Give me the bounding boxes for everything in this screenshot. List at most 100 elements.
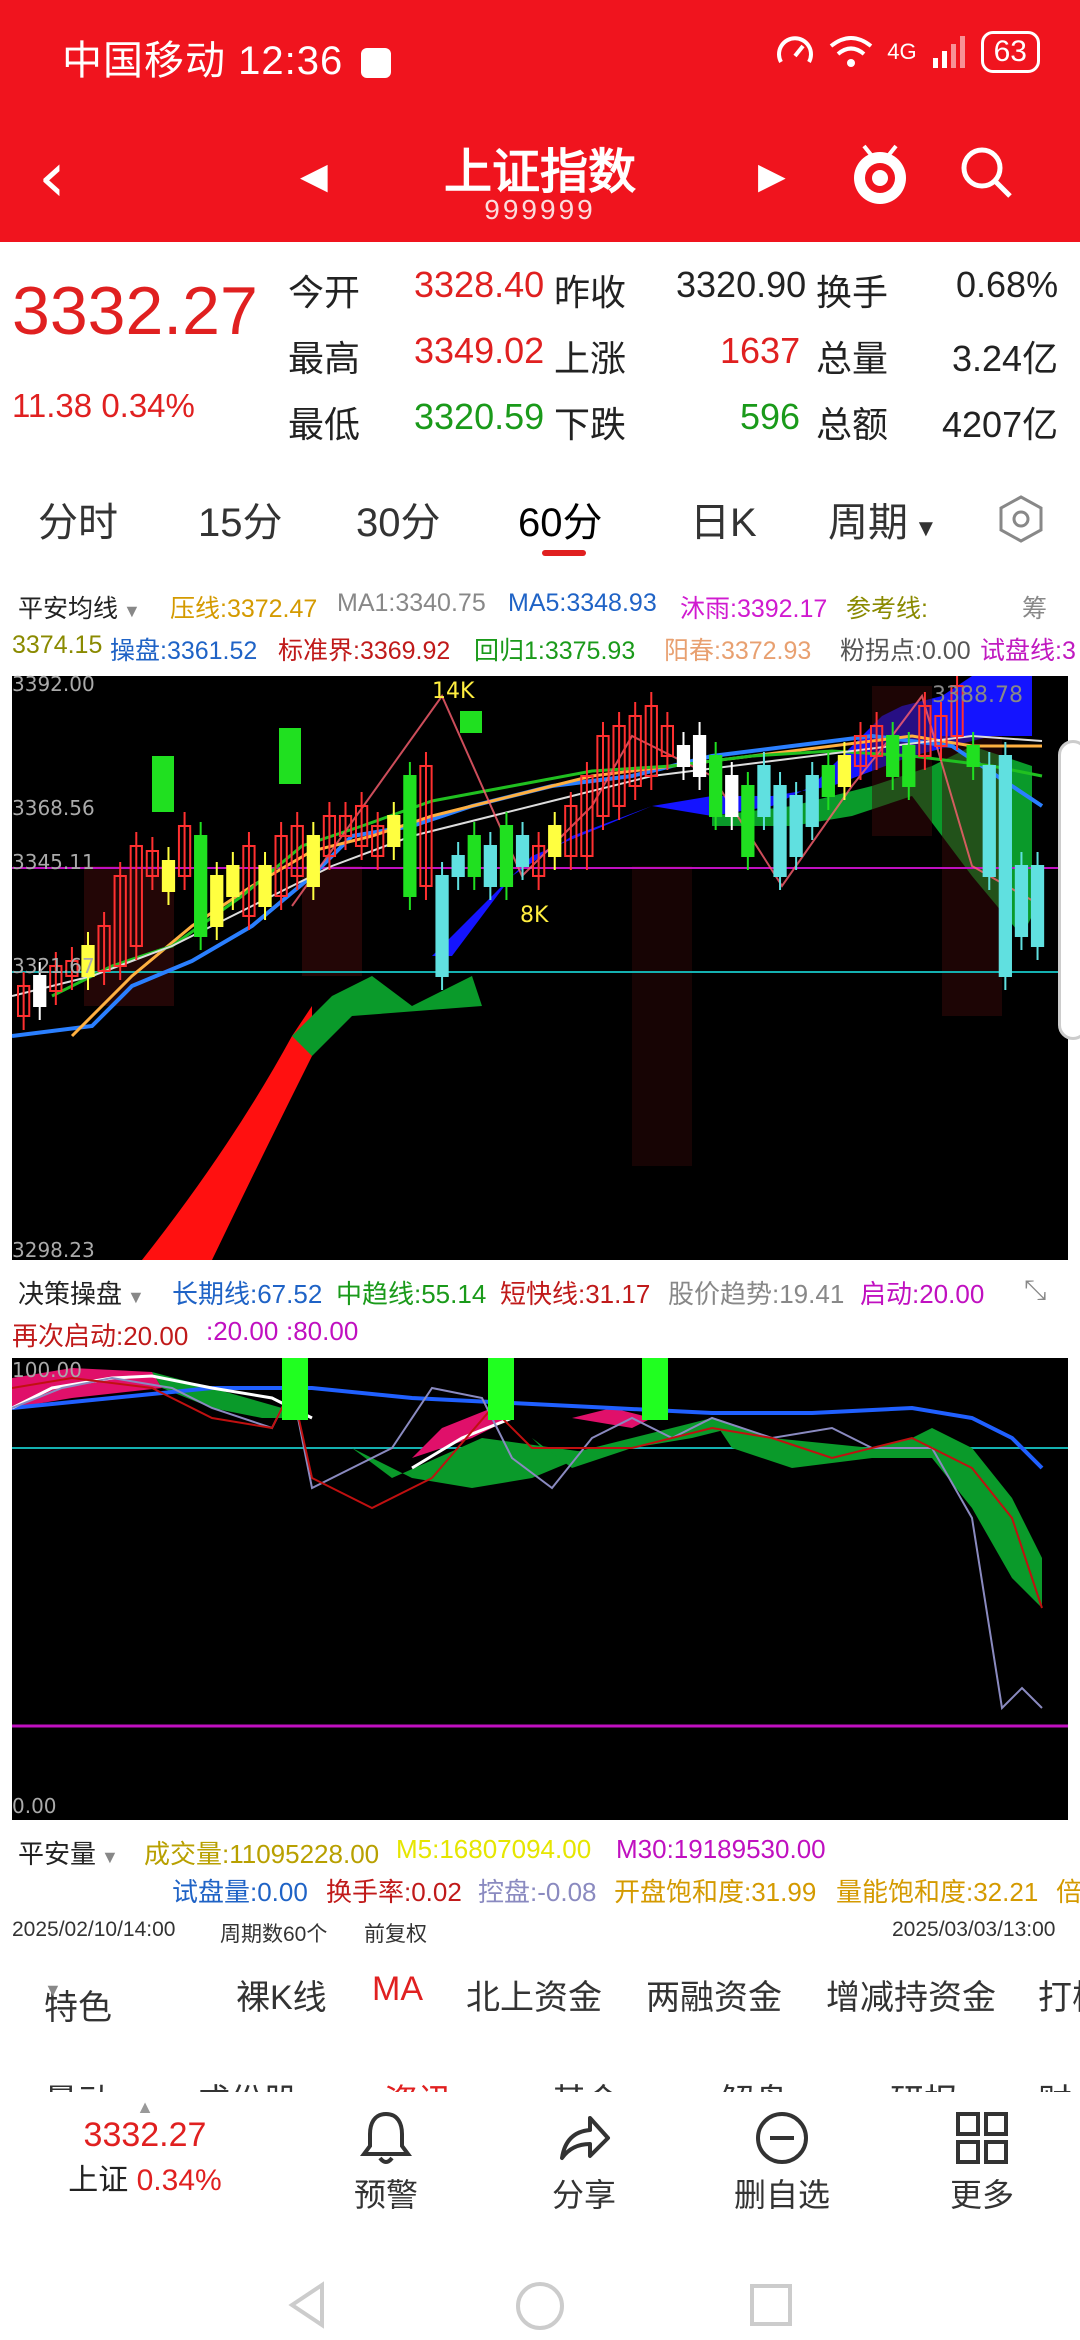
bell-icon <box>360 2111 412 2164</box>
turnover-label: 换手 <box>816 272 889 313</box>
active-tab-indicator <box>542 550 586 556</box>
chevron-down-icon: ▼ <box>96 1847 119 1867</box>
quote-panel: 3332.27 11.38 0.34% 今开 3328.40 昨收 3320.9… <box>0 242 1080 454</box>
candle-body <box>548 825 562 857</box>
candle-body <box>886 735 900 777</box>
legend-item: 量能饱和度:32.21 <box>836 1877 1039 1907</box>
tab-60min[interactable]: 60分 <box>518 490 603 548</box>
candle-body <box>709 755 723 817</box>
signal-block <box>152 756 174 812</box>
adjust-mode[interactable]: 前复权 <box>364 1918 427 1948</box>
side-drawer-handle[interactable] <box>1058 740 1080 1040</box>
legend-item: 换手率:0.02 <box>326 1877 462 1907</box>
legend-item: 操盘:3361.52 <box>110 637 258 665</box>
price-trend-line <box>11 1376 1043 1711</box>
legend-item: 倍 <box>1056 1877 1080 1907</box>
signal-block <box>642 1358 668 1420</box>
search-icon[interactable] <box>956 142 1016 202</box>
decision-chart[interactable]: 100.00 0.00 <box>11 1358 1068 1820</box>
legend-item: MA1:3340.75 <box>337 589 486 617</box>
alert-label: 预警 <box>353 2177 418 2213</box>
candle-body <box>1014 865 1029 937</box>
y-tick: 3392.00 <box>12 672 95 696</box>
legend-item: 回归1:3375.93 <box>474 637 636 665</box>
candle-body <box>692 735 707 777</box>
mini-pct: 0.34% <box>136 2164 222 2197</box>
mini-price: 3332.27 <box>83 2116 207 2154</box>
legend-item: 长期线:67.52 <box>172 1279 323 1309</box>
expand-icon[interactable]: ⤡ <box>1024 1274 1046 1307</box>
peak-annotation: 14K <box>432 679 475 704</box>
cut-item[interactable]: 成份股 <box>196 2074 298 2092</box>
chip-distribution-button[interactable]: 筹 <box>1022 589 1047 625</box>
candle-body <box>821 765 835 797</box>
volume-indicator-legend: 平安量 ▼ 成交量:11095228.00 M5:16807094.00 M30… <box>0 1830 1080 1910</box>
mini-quote[interactable]: ▲ 3332.27 上证 0.34% <box>60 2098 230 2199</box>
mini-name: 上证 <box>68 2164 129 2197</box>
red-ribbon <box>142 1006 312 1260</box>
more-label: 更多 <box>949 2177 1014 2213</box>
assistant-robot-icon[interactable] <box>850 140 910 210</box>
remove-watchlist-button[interactable]: 删自选 <box>702 2110 862 2216</box>
down-count-label: 下跌 <box>554 404 627 445</box>
legend-item: 阳春:3372.93 <box>664 637 812 665</box>
tab-30min[interactable]: 30分 <box>356 490 441 548</box>
high-price-annotation: 3388.78 <box>932 683 1023 708</box>
tab-margin[interactable]: 两融资金 <box>646 1970 782 2019</box>
legend-item: 控盘:-0.08 <box>478 1877 597 1907</box>
indicator-name: 平安均线 <box>18 595 119 623</box>
candle-body <box>998 755 1012 977</box>
tab-limit-up[interactable]: 打板 <box>1038 1970 1080 2019</box>
indicator-selector[interactable]: 平安量 ▼ <box>18 1834 119 1871</box>
candle-body <box>403 775 417 897</box>
indicator-selector[interactable]: 平安均线 ▼ <box>18 589 141 625</box>
tab-ma[interactable]: MA <box>372 1970 423 2009</box>
tab-northbound[interactable]: 北上资金 <box>466 1970 602 2019</box>
candle-body <box>757 765 771 817</box>
up-count-value: 1637 <box>720 330 801 371</box>
cut-item[interactable]: 基金 <box>552 2074 620 2092</box>
share-button[interactable]: 分享 <box>504 2110 664 2216</box>
candle-body <box>194 835 208 937</box>
cut-item[interactable]: 资讯 <box>384 2074 452 2092</box>
legend-item: 沐雨:3392.17 <box>680 595 828 623</box>
quote-row-2: 最高 3349.02 上涨 1637 总量 3.24亿 <box>288 330 1068 390</box>
status-carrier-time: 中国移动 12:36 <box>62 28 392 86</box>
tab-daily[interactable]: 日K <box>690 490 757 548</box>
candle-body <box>789 795 803 857</box>
signal-block <box>279 728 301 784</box>
nav-home-icon[interactable] <box>514 2280 566 2332</box>
kline-svg: 14K 8K 3388.78 <box>11 672 1068 1260</box>
tab-15min[interactable]: 15分 <box>198 490 283 548</box>
tab-period[interactable]: 周期 ▼ <box>828 490 938 548</box>
dark-zone <box>872 686 932 836</box>
tab-holdings-change[interactable]: 增减持资金 <box>826 1970 996 2019</box>
price-change: 11.38 0.34% <box>12 387 195 425</box>
tab-bare-k[interactable]: 裸K线 <box>236 1970 327 2019</box>
decision-svg <box>11 1358 1068 1728</box>
nav-back-icon[interactable] <box>282 2280 332 2330</box>
candle-body <box>226 865 240 897</box>
period-tabs: 分时 15分 30分 60分 日K 周期 ▼ <box>0 478 1080 558</box>
tab-intraday[interactable]: 分时 <box>38 490 118 548</box>
main-indicator-legend: 平安均线 ▼ 压线:3372.47 MA1:3340.75 MA5:3348.9… <box>0 585 1080 675</box>
legend-item: MA5:3348.93 <box>508 589 657 617</box>
alert-button[interactable]: 预警 <box>306 2110 466 2216</box>
indicator-selector[interactable]: 决策操盘 ▼ <box>18 1274 145 1311</box>
settings-hexagon-icon[interactable] <box>996 494 1046 544</box>
app-notification-icon <box>361 48 392 79</box>
cut-item[interactable]: 财 <box>1038 2074 1072 2092</box>
chart-range-info: 2025/02/10/14:00 周期数60个 前复权 2025/03/03/1… <box>0 1912 1080 1952</box>
nav-recents-icon[interactable] <box>746 2280 796 2330</box>
legend-item: 再次启动:20.00 <box>12 1321 189 1351</box>
cut-item[interactable]: 解盘 <box>720 2074 788 2092</box>
y-tick: 0.00 <box>12 1794 57 1818</box>
kline-chart[interactable]: 14K 8K 3388.78 3392.00 3368.56 3345.11 3… <box>11 672 1068 1262</box>
cut-item[interactable]: 研报 <box>890 2074 958 2092</box>
battery-icon: 63 <box>980 31 1040 73</box>
chevron-down-icon: ▼ <box>44 1980 62 2000</box>
wifi-icon <box>830 36 873 67</box>
cut-item[interactable]: 量动 <box>44 2074 112 2092</box>
chevron-down-icon: ▼ <box>122 1287 145 1307</box>
more-button[interactable]: 更多 <box>902 2110 1062 2216</box>
